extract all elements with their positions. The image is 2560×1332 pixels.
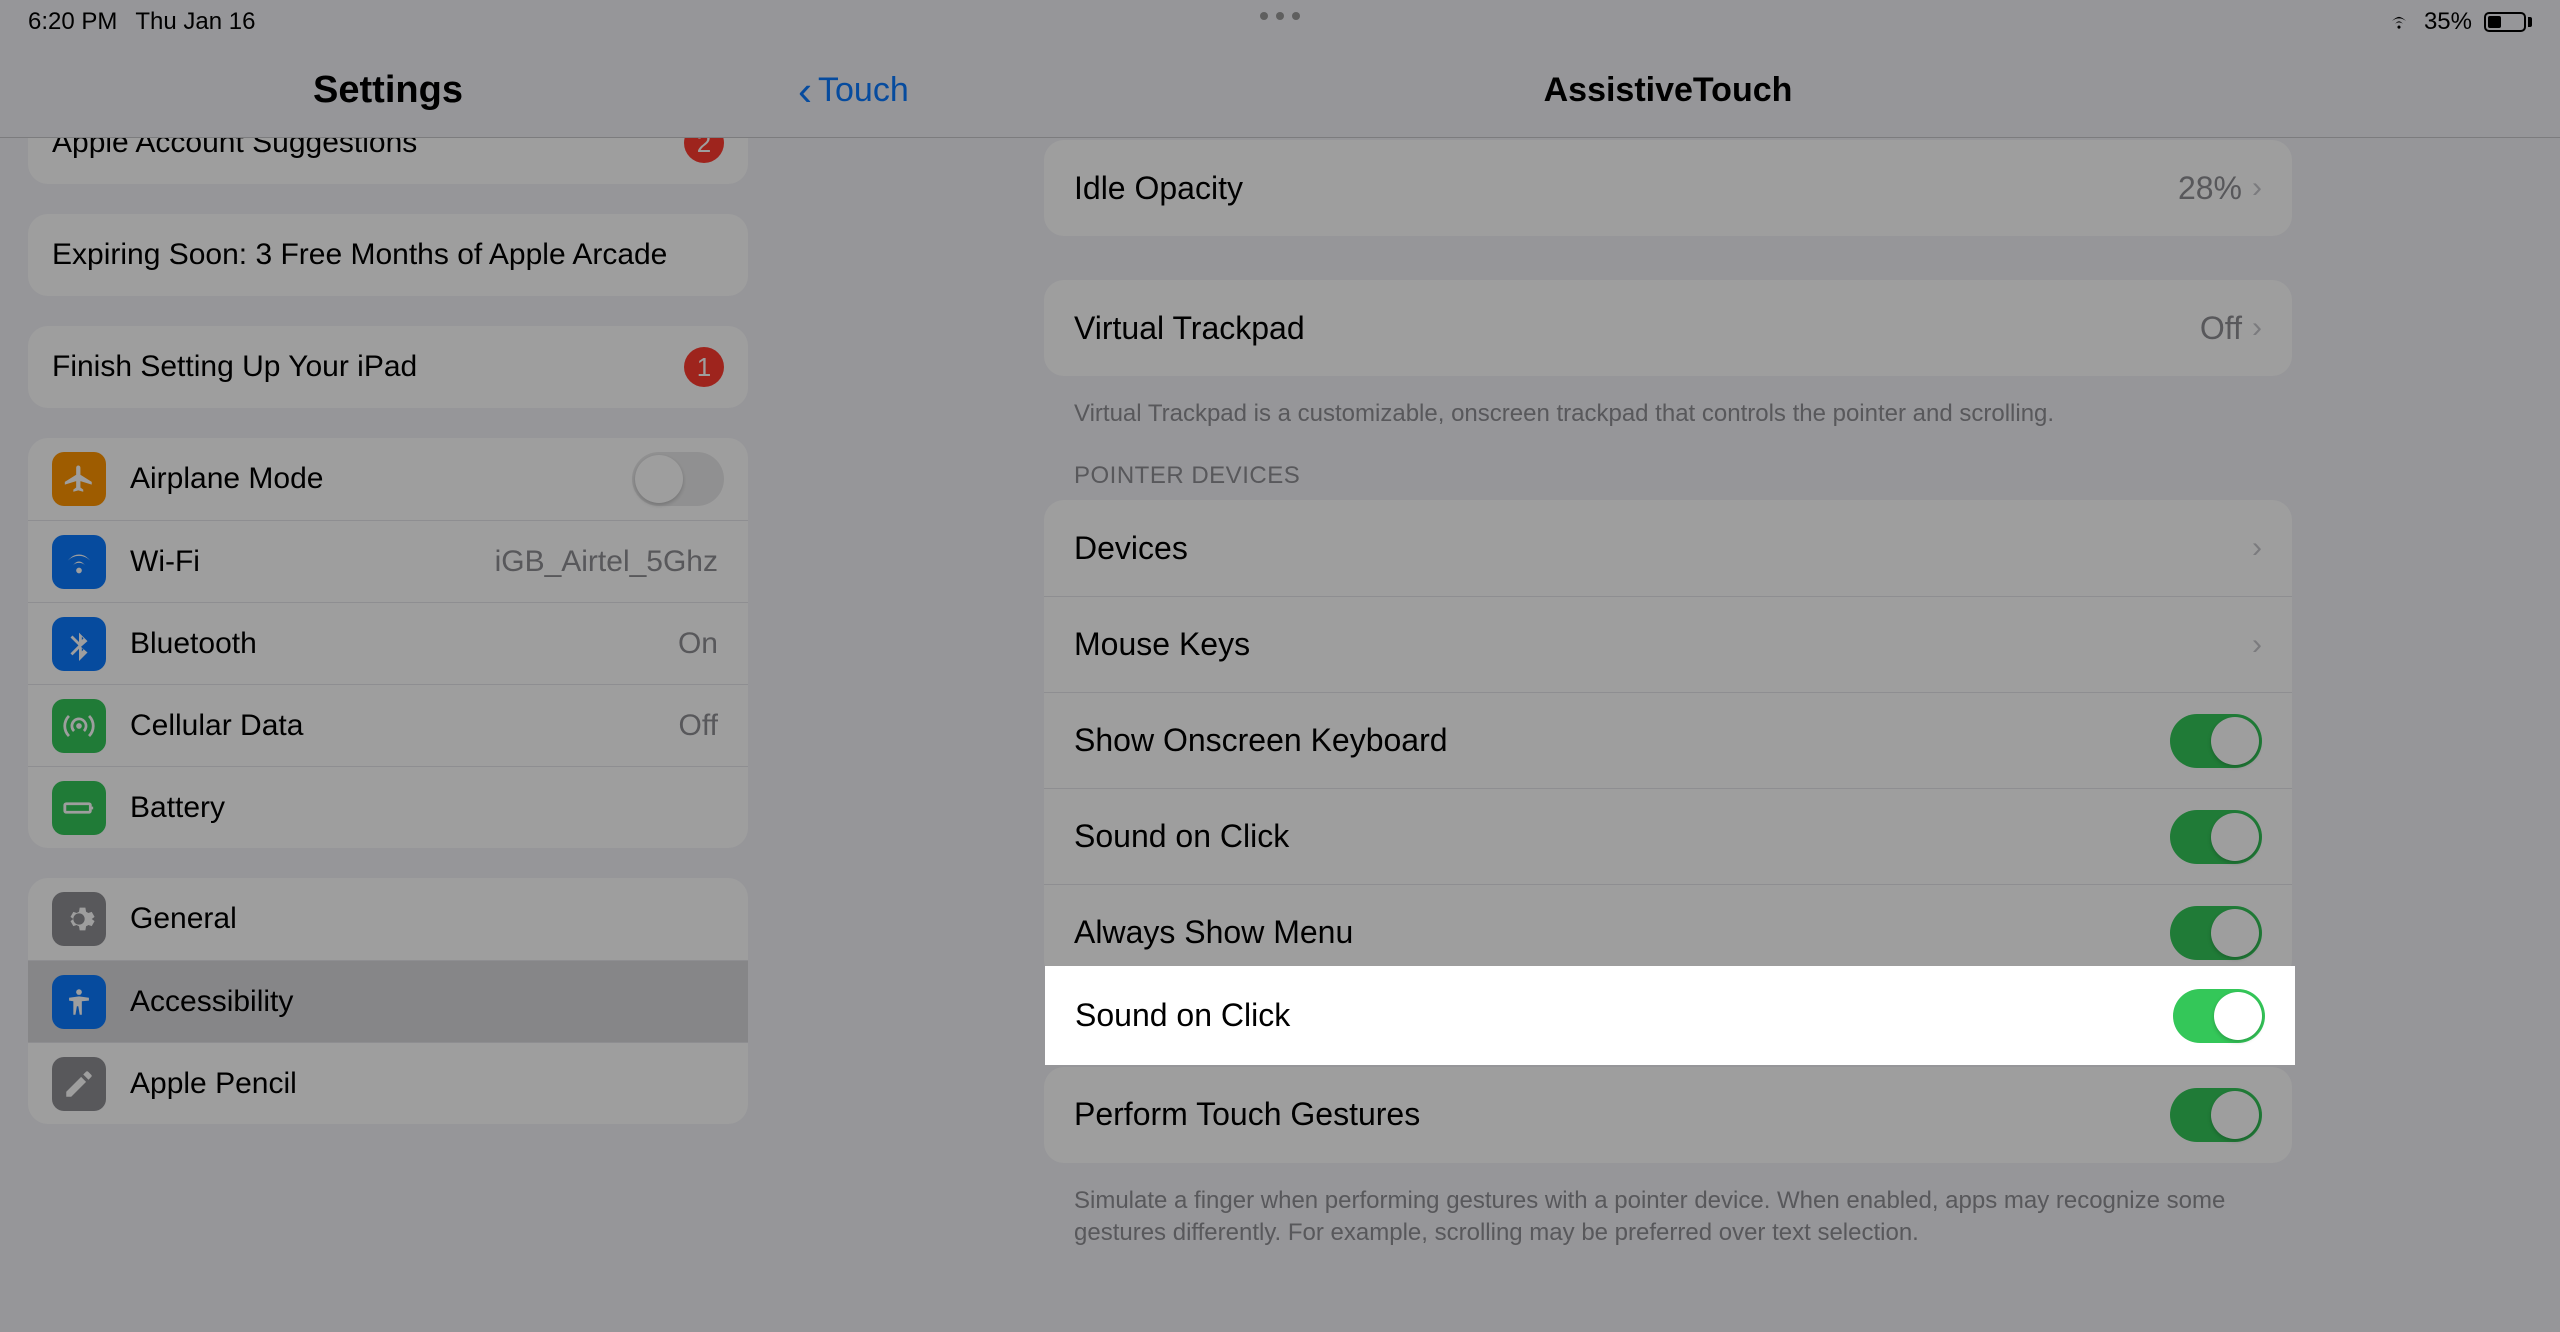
row-show-onscreen-keyboard[interactable]: Show Onscreen Keyboard [1044,692,2292,788]
sidebar-item-battery[interactable]: Battery [28,766,748,848]
wifi-value: iGB_Airtel_5Ghz [495,545,718,579]
airplane-icon [52,452,106,506]
status-bar: 6:20 PM Thu Jan 16 35% [0,0,2560,44]
sidebar-item-setup[interactable]: Finish Setting Up Your iPad 1 [28,326,748,408]
wifi-icon [52,535,106,589]
row-sound-on-click[interactable]: Sound on Click [1044,788,2292,884]
highlight-row[interactable]: Sound on Click [1045,966,2295,1065]
battery-icon [52,781,106,835]
toggle-touch-gestures[interactable] [2170,1088,2262,1142]
sidebar-item-pencil[interactable]: Apple Pencil [28,1042,748,1124]
footer-touchgest: Simulate a finger when performing gestur… [1074,1185,2262,1250]
battery-percent: 35% [2424,8,2472,36]
footer-vtrack: Virtual Trackpad is a customizable, onsc… [1074,398,2262,430]
sidebar-item-airplane[interactable]: Airplane Mode [28,438,748,520]
bluetooth-value: On [678,627,718,661]
gear-icon [52,892,106,946]
sidebar-item-arcade[interactable]: Expiring Soon: 3 Free Months of Apple Ar… [28,214,748,296]
badge: 2 [684,138,724,163]
pencil-icon [52,1057,106,1111]
detail-pane[interactable]: Idle Opacity 28% › Virtual Trackpad Off … [776,138,2560,1332]
airplane-toggle[interactable] [632,452,724,506]
toggle-onscreen-keyboard[interactable] [2170,714,2262,768]
toggle-sound-on-click[interactable] [2170,810,2262,864]
chevron-left-icon: ‹ [798,70,812,112]
chevron-right-icon: › [2252,531,2262,565]
status-date: Thu Jan 16 [135,8,255,36]
cellular-icon [52,699,106,753]
bluetooth-icon [52,617,106,671]
wifi-icon [2386,12,2412,32]
sidebar-item-general[interactable]: General [28,878,748,960]
multitask-dots[interactable] [1260,12,1300,20]
row-idle-opacity[interactable]: Idle Opacity 28% › [1044,140,2292,236]
cellular-value: Off [679,709,718,743]
section-pointer-devices: POINTER DEVICES [1074,462,2262,490]
sidebar-header: Settings [0,44,776,138]
toggle-sound-on-click[interactable] [2173,989,2265,1043]
back-label: Touch [818,71,909,110]
sidebar-item-bluetooth[interactable]: Bluetooth On [28,602,748,684]
page-title: AssistiveTouch [1544,71,1793,110]
row-virtual-trackpad[interactable]: Virtual Trackpad Off › [1044,280,2292,376]
badge: 1 [684,347,724,387]
sidebar-item-wifi[interactable]: Wi-Fi iGB_Airtel_5Ghz [28,520,748,602]
settings-title: Settings [313,69,463,112]
accessibility-icon [52,975,106,1029]
chevron-right-icon: › [2252,628,2262,662]
detail-header: ‹ Touch AssistiveTouch [776,44,2560,138]
back-button[interactable]: ‹ Touch [776,70,909,112]
battery-icon [2484,12,2532,32]
toggle-always-show-menu[interactable] [2170,906,2262,960]
row-mouse-keys[interactable]: Mouse Keys › [1044,596,2292,692]
chevron-right-icon: › [2252,311,2262,345]
status-time: 6:20 PM [28,8,117,36]
sidebar-item-suggestions[interactable]: Apple Account Suggestions 2 [28,138,748,184]
chevron-right-icon: › [2252,171,2262,205]
row-devices[interactable]: Devices › [1044,500,2292,596]
sidebar-item-cellular[interactable]: Cellular Data Off [28,684,748,766]
row-perform-touch-gestures[interactable]: Perform Touch Gestures [1044,1067,2292,1163]
sidebar-item-accessibility[interactable]: Accessibility [28,960,748,1042]
settings-sidebar[interactable]: Apple Account Suggestions 2 Expiring Soo… [0,138,776,1332]
